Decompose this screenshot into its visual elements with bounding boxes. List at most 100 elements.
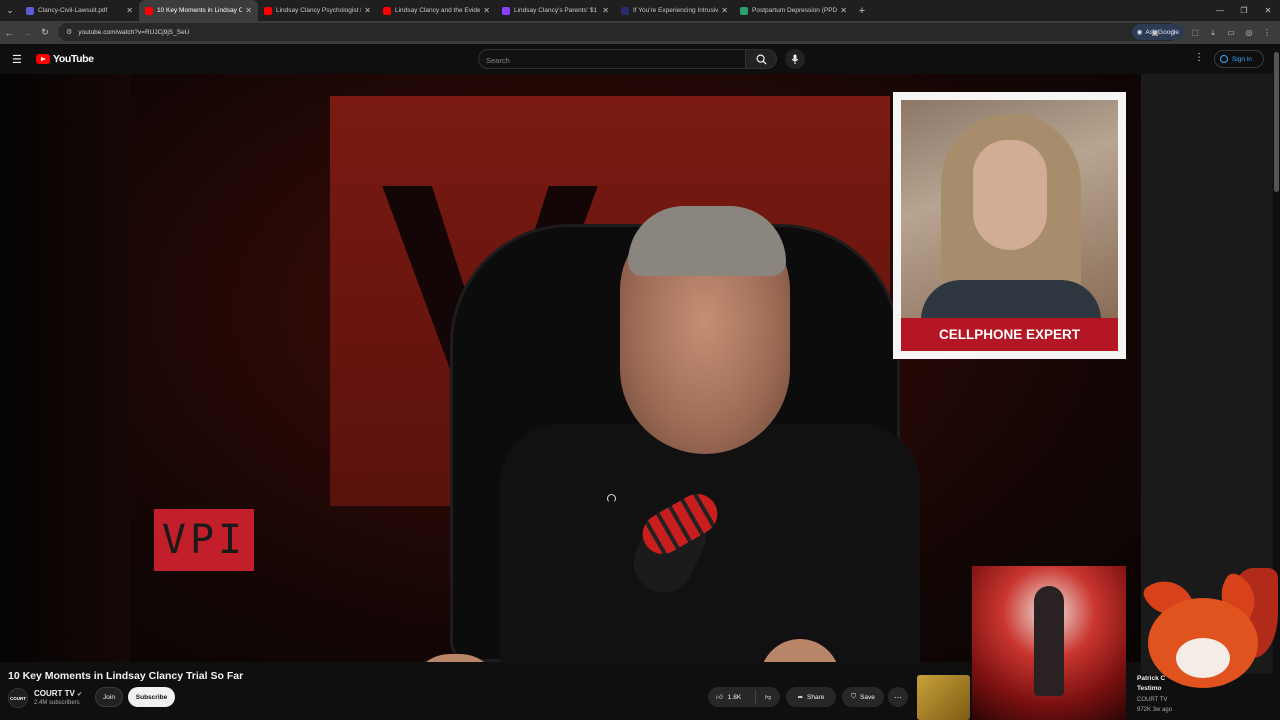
settings-more-icon[interactable]: ⋮ xyxy=(1194,52,1204,63)
like-button[interactable]: 👍︎ 1.8K xyxy=(708,690,756,704)
inset-face xyxy=(973,140,1047,250)
close-icon[interactable]: ✕ xyxy=(840,6,847,15)
close-icon[interactable]: ✕ xyxy=(126,6,133,15)
tab-parents[interactable]: Lindsay Clancy's Parents' $1 M ✕ xyxy=(496,0,615,21)
recommended-thumbnail[interactable] xyxy=(917,675,970,720)
profile-icon[interactable]: ◎ xyxy=(1240,21,1258,44)
guide-menu-icon[interactable]: ☰ xyxy=(12,53,22,66)
tab-title: 10 Key Moments in Lindsay Cl xyxy=(157,7,243,14)
download-icon[interactable]: ⤓ xyxy=(1204,21,1222,44)
red-panda-mascot xyxy=(1128,568,1278,718)
save-label: Save xyxy=(860,693,875,701)
share-button[interactable]: ➦ Share xyxy=(786,687,836,707)
sign-in-label: Sign in xyxy=(1232,55,1252,63)
tab-evidence[interactable]: Lindsay Clancy and the Eviden ✕ xyxy=(377,0,496,21)
join-button[interactable]: Join xyxy=(95,687,123,707)
subscriber-count: 2.4M subscribers xyxy=(34,700,80,706)
channel-avatar[interactable]: COURT xyxy=(8,688,28,708)
inset-shoulders xyxy=(921,280,1101,318)
verified-icon: ✔ xyxy=(77,692,83,698)
floating-artwork xyxy=(972,566,1126,720)
inset-caption: CELLPHONE EXPERT xyxy=(901,318,1118,351)
translate-icon[interactable]: ▣ xyxy=(1146,21,1164,44)
voice-search-button[interactable] xyxy=(785,49,805,69)
youtube-favicon-icon xyxy=(264,6,272,15)
lens-icon: ◉ xyxy=(1136,29,1143,36)
browser-menu-icon[interactable]: ⋮ xyxy=(1258,21,1276,44)
video-player[interactable]: V VPI CELLPHONE EXPERT xyxy=(0,74,1141,662)
host-hair xyxy=(628,206,786,276)
artwork-figure xyxy=(1034,586,1064,696)
youtube-favicon-icon xyxy=(383,6,391,15)
youtube-favicon-icon xyxy=(145,6,153,15)
tab-clancy-civil-lawsuit[interactable]: Clancy-Civil-Lawsuit.pdf ✕ xyxy=(20,0,139,21)
tab-search-icon[interactable]: ⌄ xyxy=(0,0,20,21)
reload-icon[interactable]: ↻ xyxy=(36,21,54,44)
inset-photo xyxy=(901,100,1118,318)
forward-arrow-icon[interactable]: → xyxy=(18,21,36,44)
tab-psychologist[interactable]: Lindsay Clancy Psychologist D ✕ xyxy=(258,0,377,21)
close-icon[interactable]: ✕ xyxy=(364,6,371,15)
save-button[interactable]: ⛉ Save xyxy=(842,687,884,707)
channel-name-text: COURT TV xyxy=(34,689,75,698)
url-text: youtube.com/watch?v=RUJCj9jS_SeU xyxy=(78,28,190,36)
inset-photo-frame: CELLPHONE EXPERT xyxy=(893,92,1126,359)
close-icon[interactable]: ✕ xyxy=(483,6,490,15)
close-icon[interactable]: ✕ xyxy=(721,6,728,15)
vpi-logo: VPI xyxy=(154,509,254,571)
youtube-play-icon xyxy=(36,54,50,64)
restore-icon[interactable]: ❐ xyxy=(1232,0,1256,21)
subscribe-button[interactable]: Subscribe xyxy=(128,687,175,707)
toolbar-actions: ▣ ☆ ⬚ ⤓ ▭ ◎ ⋮ xyxy=(1146,21,1276,44)
youtube-masthead: ☰ YouTube Search ⋮ Sign in xyxy=(0,44,1280,74)
tab-title: Clancy-Civil-Lawsuit.pdf xyxy=(38,7,108,14)
search-input[interactable]: Search xyxy=(478,49,746,69)
site-favicon-icon xyxy=(740,6,748,15)
tab-title: Postpartum Depression (PPD) xyxy=(752,7,838,14)
share-label: Share xyxy=(807,693,825,701)
sign-in-button[interactable]: Sign in xyxy=(1214,50,1264,68)
window-controls: — ❐ ✕ xyxy=(1208,0,1280,21)
channel-name[interactable]: COURT TV ✔ xyxy=(34,689,82,698)
site-favicon-icon xyxy=(621,6,629,15)
youtube-logo[interactable]: YouTube xyxy=(36,53,94,65)
cast-icon[interactable]: ▭ xyxy=(1222,21,1240,44)
site-favicon-icon xyxy=(502,6,510,15)
close-window-icon[interactable]: ✕ xyxy=(1256,0,1280,21)
address-bar[interactable]: ⚙ youtube.com/watch?v=RUJCj9jS_SeU xyxy=(58,23,1178,41)
search-icon xyxy=(756,54,767,65)
extensions-icon[interactable]: ⬚ xyxy=(1186,21,1204,44)
pdf-favicon-icon xyxy=(26,6,34,15)
thumbs-down-icon: 👎︎ xyxy=(764,694,772,701)
tab-ppd[interactable]: Postpartum Depression (PPD) ✕ xyxy=(734,0,853,21)
like-dislike-group: 👍︎ 1.8K 👎︎ xyxy=(708,687,780,707)
back-arrow-icon[interactable]: ← xyxy=(0,21,18,44)
browser-toolbar: ← → ↻ ⚙ youtube.com/watch?v=RUJCj9jS_SeU… xyxy=(0,21,1280,44)
tab-title: Lindsay Clancy's Parents' $1 M xyxy=(514,7,600,14)
tab-intrusive[interactable]: If You're Experiencing Intrusiv ✕ xyxy=(615,0,734,21)
host-body xyxy=(500,424,920,662)
close-icon[interactable]: ✕ xyxy=(245,6,252,15)
browser-tab-strip: ⌄ Clancy-Civil-Lawsuit.pdf ✕ 10 Key Mome… xyxy=(0,0,1280,21)
bookmark-star-icon[interactable]: ☆ xyxy=(1164,21,1182,44)
like-count: 1.8K xyxy=(727,693,742,701)
thumbs-up-icon: 👍︎ xyxy=(716,694,723,701)
video-title: 10 Key Moments in Lindsay Clancy Trial S… xyxy=(8,670,244,682)
background-shelf xyxy=(0,74,130,662)
dislike-button[interactable]: 👎︎ xyxy=(756,693,780,701)
mascot-snout xyxy=(1176,638,1230,678)
more-actions-button[interactable]: ⋯ xyxy=(888,687,908,707)
tab-title: Lindsay Clancy Psychologist D xyxy=(276,7,362,14)
loading-spinner-icon xyxy=(607,494,616,503)
tab-10-key-moments[interactable]: 10 Key Moments in Lindsay Cl ✕ xyxy=(139,0,258,21)
scrollbar-thumb[interactable] xyxy=(1274,52,1279,192)
close-icon[interactable]: ✕ xyxy=(602,6,609,15)
site-info-icon[interactable]: ⚙ xyxy=(66,28,72,36)
microphone-icon xyxy=(791,54,799,64)
share-arrow-icon: ➦ xyxy=(797,694,804,701)
minimize-icon[interactable]: — xyxy=(1208,0,1232,21)
youtube-wordmark: YouTube xyxy=(53,53,94,65)
search-button[interactable] xyxy=(745,49,777,69)
bookmark-icon: ⛉ xyxy=(851,693,857,700)
new-tab-plus-icon[interactable]: + xyxy=(853,5,871,17)
